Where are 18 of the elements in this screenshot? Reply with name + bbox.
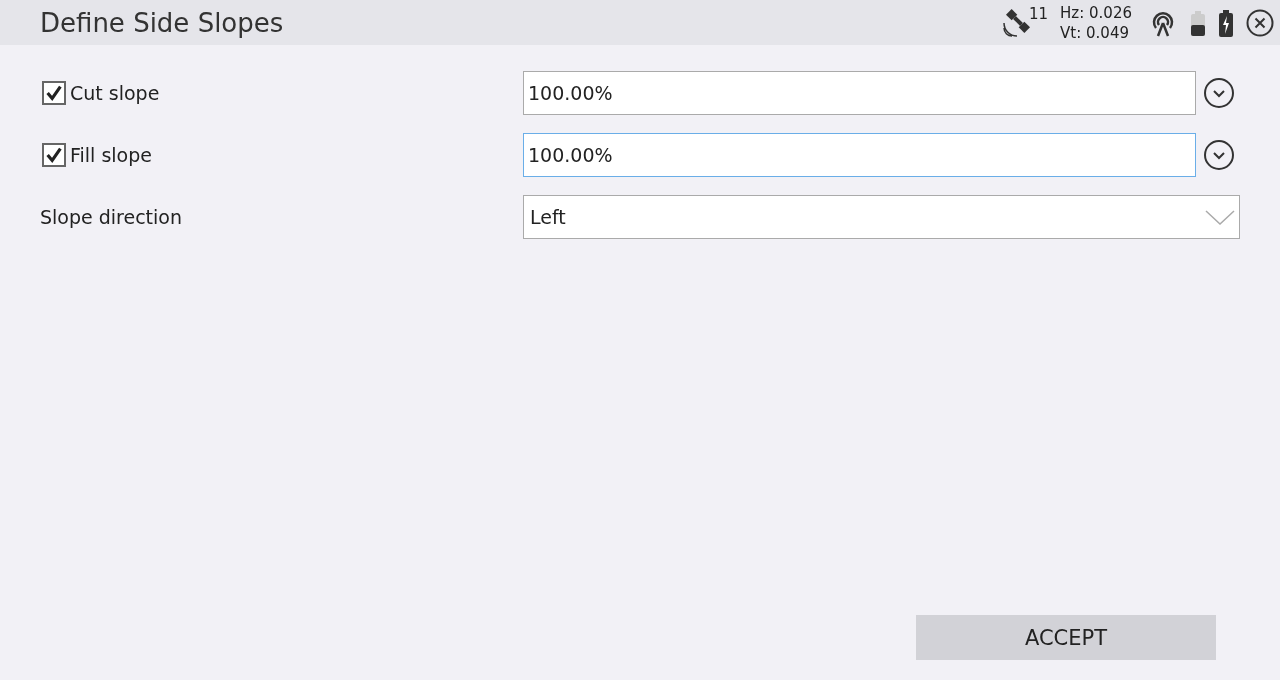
input-field[interactable]: 100.00% <box>523 71 1196 115</box>
caret-icon <box>1205 209 1235 225</box>
expand-icon[interactable] <box>1203 139 1235 171</box>
accept-button[interactable]: ACCEPT <box>916 615 1216 660</box>
vertical-precision: Vt: 0.049 <box>1060 22 1130 43</box>
field-label: Slope direction <box>40 206 183 228</box>
checkbox-label: Fill slope <box>70 144 152 166</box>
input-field[interactable]: 100.00% <box>523 133 1196 177</box>
checkbox[interactable] <box>42 143 66 167</box>
checkbox[interactable] <box>42 81 66 105</box>
horizontal-precision: Hz: 0.026 <box>1060 2 1132 23</box>
dropdown[interactable]: Left <box>523 195 1240 239</box>
close-icon[interactable] <box>1246 8 1274 37</box>
window-title: Define Side Slopes <box>40 7 285 38</box>
charging-battery-icon[interactable] <box>1218 7 1234 38</box>
expand-icon[interactable] <box>1203 77 1235 109</box>
satellite-count: 11 <box>1029 4 1049 23</box>
checkbox-label: Cut slope <box>70 82 160 104</box>
